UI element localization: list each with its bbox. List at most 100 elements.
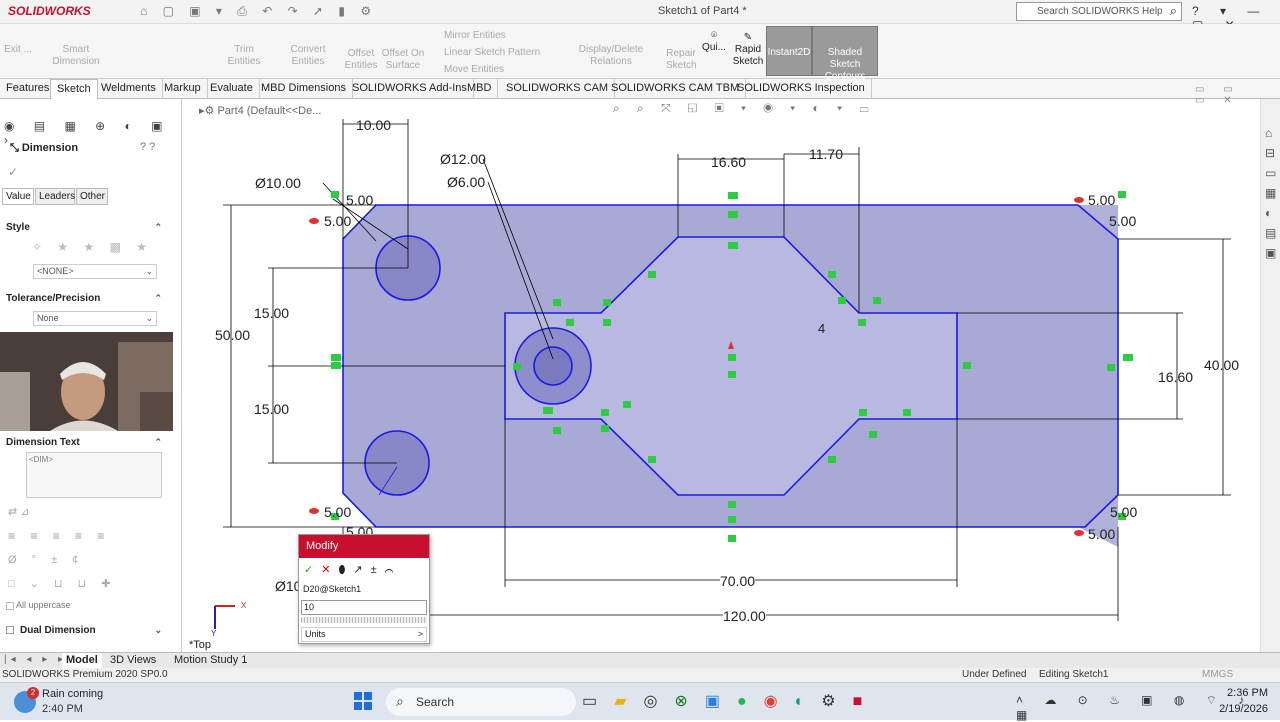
search-icon: ⌕ <box>396 693 404 709</box>
ok-check-icon: ✓ <box>304 564 322 576</box>
tab-model[interactable]: Model <box>62 653 102 668</box>
dual-dimension-section[interactable]: Dual Dimension ⌄ <box>0 625 170 636</box>
task-view-icon: ▭ <box>582 693 615 710</box>
offset-on-surface-button[interactable]: Offset On Surface <box>380 48 426 72</box>
repair-sketch-button[interactable]: Repair Sketch <box>666 48 697 72</box>
tab-sketch[interactable]: Sketch <box>50 79 98 99</box>
dim-label[interactable]: 15.00 <box>254 305 289 321</box>
instant2d-button[interactable]: Instant2D <box>766 26 812 76</box>
dim-label[interactable]: 5.00 <box>324 213 351 229</box>
tab-cam-tbm[interactable]: SOLIDWORKS CAM TBM <box>605 79 747 99</box>
shaded-sketch-contours-button[interactable]: Shaded Sketch Contours <box>812 26 878 82</box>
tab-mbd[interactable]: MBD <box>461 79 499 99</box>
symbol-icons[interactable]: Ø ° ± ¢ <box>8 554 84 566</box>
rapid-sketch-button[interactable]: ✎ Rapid Sketch <box>732 32 764 68</box>
product-edition: SOLIDWORKS Premium 2020 SP0.0 <box>2 669 168 680</box>
modify-dialog[interactable]: Modify ✓✕⬮↗±⌒ D20@Sketch1 10 Units > <box>298 534 430 644</box>
pinned-apps[interactable]: ▭▰◎⊗▣●◉◐⚙■ <box>582 691 879 711</box>
dim-label[interactable]: 40.00 <box>1204 357 1239 373</box>
pencil-icon: ✎ <box>743 32 753 43</box>
solidworks-taskbar-icon: ■ <box>852 693 880 710</box>
subtab-leaders[interactable]: Leaders <box>35 188 75 205</box>
quick-snaps-button[interactable]: ⌾ Qui... <box>700 30 728 54</box>
trim-entities-button[interactable]: Trim Entities <box>218 44 270 68</box>
dim-label[interactable]: 5.00 <box>1088 192 1115 208</box>
dimension-text-field[interactable]: <DIM> <box>26 452 162 498</box>
dimension-text-section[interactable]: Dimension Text ⌃ <box>0 437 170 448</box>
tolerance-section[interactable]: Tolerance/Precision ⌃ <box>0 293 170 304</box>
dim-label[interactable]: 5.00 <box>324 504 351 520</box>
smart-dimension-button[interactable]: Smart Dimension <box>38 44 114 68</box>
ok-check-icon[interactable]: ✓ <box>8 165 18 179</box>
link-icon[interactable]: ⇄ ⊿ <box>8 505 30 518</box>
dim-label[interactable]: 16.60 <box>1158 369 1193 385</box>
style-section[interactable]: Style ⌃ <box>0 222 170 233</box>
style-icons[interactable]: ✧ ★ ★ ▩ ★ <box>32 240 153 254</box>
explorer-icon: ▰ <box>614 693 644 710</box>
dim-label[interactable]: 5.00 <box>1110 504 1137 520</box>
all-uppercase-checkbox[interactable]: All uppercase <box>6 600 71 610</box>
tab-motion-study[interactable]: Motion Study 1 <box>174 654 247 666</box>
modify-toolbar[interactable]: ✓✕⬮↗±⌒ <box>304 563 401 577</box>
tab-addins[interactable]: SOLIDWORKS Add-Ins <box>346 79 474 99</box>
dim-label[interactable]: 4 <box>818 321 825 336</box>
tab-markup[interactable]: Markup <box>158 79 208 99</box>
offset-entities-button[interactable]: Offset Entities <box>344 48 378 72</box>
help-search-input[interactable]: Search SOLIDWORKS Help ⌕ <box>1016 2 1182 21</box>
dim-label[interactable]: 11.70 <box>809 146 843 162</box>
dim-label[interactable]: 5.00 <box>1088 526 1115 542</box>
tolerance-select[interactable]: None ⌄ <box>33 311 157 326</box>
task-pane-icons[interactable]: ⌂ ⊟ ▭ ▦ ◐ ▤ ▣ <box>1265 123 1276 263</box>
subtab-other[interactable]: Other <box>76 188 108 205</box>
settings-icon: ⚙ <box>821 693 853 710</box>
tab-3d-views[interactable]: 3D Views <box>110 654 156 666</box>
dim-label[interactable]: 70.00 <box>720 573 756 589</box>
tab-mbd-dimensions[interactable]: MBD Dimensions <box>255 79 353 99</box>
dim-label[interactable]: 50.00 <box>215 327 250 343</box>
solidworks-logo[interactable]: SOLIDWORKS <box>8 4 91 18</box>
help-icon[interactable]: ? ? <box>140 141 155 153</box>
view-triad[interactable] <box>214 605 235 629</box>
tab-inspection[interactable]: SOLIDWORKS Inspection <box>731 79 872 99</box>
tab-features[interactable]: Features <box>0 79 57 99</box>
justify-icons[interactable]: ≡ ≡ ≡ ≡ ≡ <box>8 529 110 543</box>
mirror-entities-button[interactable]: Mirror Entities <box>444 30 506 42</box>
convert-entities-button[interactable]: Convert Entities <box>274 44 342 68</box>
quick-access-toolbar[interactable]: ⌂ ▢ ▣ ▾ ⎙ ↶ ↷ ➚ ▮ ⚙ <box>140 4 377 19</box>
unit-system[interactable]: MMGS <box>1202 669 1233 680</box>
task-pane: ⌂ ⊟ ▭ ▦ ◐ ▤ ▣ <box>1260 99 1280 652</box>
taskbar-search[interactable]: ⌕ Search <box>386 688 576 716</box>
display-delete-relations-button[interactable]: Display/Delete Relations <box>558 44 664 68</box>
dimension-value-input[interactable]: 10 <box>301 600 427 615</box>
clock-date[interactable]: 2/19/2026 <box>1206 703 1268 715</box>
dim-label[interactable]: Ø10.00 <box>255 175 301 191</box>
clock-time[interactable]: 2:36 PM <box>1222 687 1268 699</box>
thumbwheel[interactable] <box>301 617 427 623</box>
hole-inner[interactable] <box>533 346 573 386</box>
weather-title[interactable]: Rain coming <box>42 688 103 700</box>
dim-label[interactable]: 120.00 <box>723 608 766 624</box>
tab-weldments[interactable]: Weldments <box>95 79 163 99</box>
dim-label[interactable]: 10.00 <box>356 117 391 133</box>
dim-label[interactable]: Ø6.00 <box>447 174 485 190</box>
dim-label[interactable]: 15.00 <box>254 401 289 417</box>
document-title: Sketch1 of Part4 * <box>658 5 747 17</box>
start-icon[interactable] <box>354 692 372 710</box>
subtab-value[interactable]: Value <box>2 188 34 205</box>
more-symbol-icons[interactable]: □ ⌄ ⊔ ⊔ ✚ <box>8 577 116 590</box>
tab-evaluate[interactable]: Evaluate <box>204 79 260 99</box>
command-manager: Exit ... Smart Dimension Trim Entities C… <box>0 24 1280 82</box>
panel-title: ⤡ Dimension <box>10 142 79 154</box>
command-tabs: Features Sketch Weldments Markup Evaluat… <box>0 79 1280 99</box>
dim-label[interactable]: 5.00 <box>1109 213 1136 229</box>
linear-sketch-pattern-button[interactable]: Linear Sketch Pattern <box>444 47 540 59</box>
move-entities-button[interactable]: Move Entities <box>444 64 504 76</box>
search-icon[interactable]: ⌕ <box>1170 3 1177 19</box>
exit-sketch-button[interactable]: Exit ... <box>4 44 32 56</box>
dim-label[interactable]: Ø12.00 <box>440 151 486 167</box>
dim-label[interactable]: 5.00 <box>346 192 373 208</box>
tab-cam[interactable]: SOLIDWORKS CAM <box>500 79 616 99</box>
dim-label[interactable]: 16.60 <box>711 154 746 170</box>
units-button[interactable]: Units > <box>301 627 427 642</box>
style-select[interactable]: <NONE> ⌄ <box>33 264 157 279</box>
